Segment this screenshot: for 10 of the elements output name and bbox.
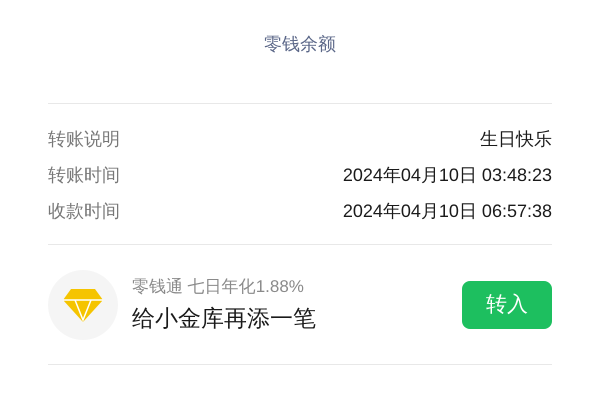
detail-label: 转账时间 [48, 164, 120, 186]
detail-value: 2024年04月10日 06:57:38 [342, 200, 552, 222]
promo-subtitle: 零钱通 七日年化1.88% [132, 276, 305, 298]
page-title: 零钱余额 [264, 33, 336, 56]
detail-value: 2024年04月10日 03:48:23 [342, 164, 552, 186]
detail-value: 生日快乐 [480, 128, 552, 150]
promo-headline: 给小金库再添一笔 [132, 304, 317, 332]
detail-label: 收款时间 [48, 200, 120, 222]
transfer-in-button[interactable]: 转入 [462, 280, 552, 328]
detail-label: 转账说明 [48, 128, 120, 150]
